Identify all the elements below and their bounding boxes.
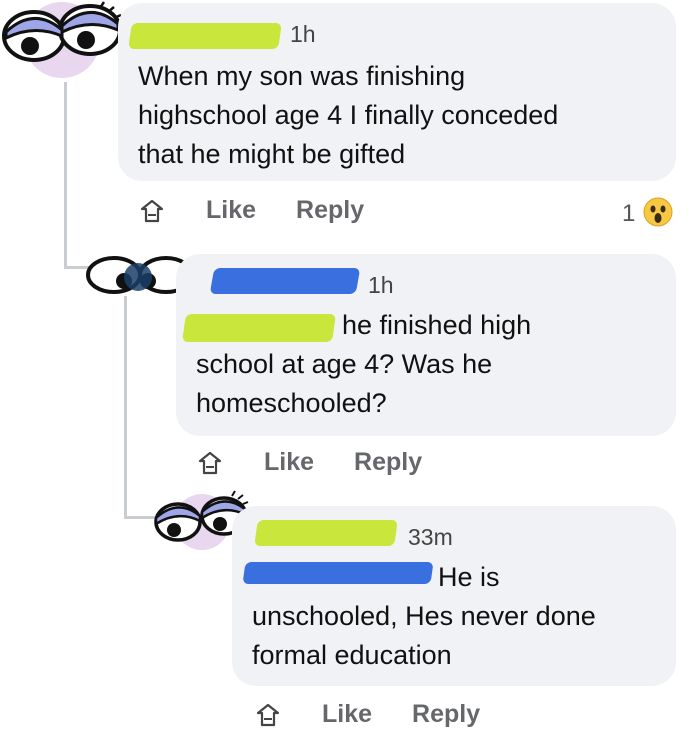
thread-connector-vertical-2 [124, 296, 127, 518]
like-button[interactable]: Like [206, 196, 256, 225]
redacted-username [209, 268, 361, 294]
comment-bubble-1: 1h When my son was finishing highschool … [118, 3, 676, 181]
like-button[interactable]: Like [322, 700, 372, 729]
comment-text: school at age 4? Was he homeschooled? [196, 349, 493, 418]
avatar-googly-eyes[interactable] [0, 0, 125, 85]
reply-button[interactable]: Reply [412, 700, 480, 729]
comment-bubble-2: 1h he finished high school at age 4? Was… [176, 254, 676, 436]
redacted-mention [242, 562, 434, 584]
comment-timestamp[interactable]: 1h [368, 272, 394, 299]
reply-button[interactable]: Reply [354, 448, 422, 477]
share-icon[interactable] [196, 449, 224, 477]
comment-actions-1: Like Reply [138, 196, 404, 225]
comment-text-line1: he finished high [342, 310, 532, 340]
thread-connector-vertical [64, 82, 67, 268]
comment-text: unschooled, Hes never done formal educat… [252, 601, 596, 670]
redacted-username [254, 520, 398, 546]
redacted-username [128, 23, 282, 49]
like-button[interactable]: Like [264, 448, 314, 477]
comment-timestamp[interactable]: 33m [408, 524, 453, 551]
comment-actions-2: Like Reply [196, 448, 462, 477]
redacted-mention [182, 314, 336, 342]
reaction-count[interactable]: 1 [622, 200, 635, 228]
comment-actions-3: Like Reply [254, 700, 520, 729]
reply-button[interactable]: Reply [296, 196, 364, 225]
share-icon[interactable] [254, 701, 282, 729]
wow-emoji-icon[interactable] [643, 197, 673, 227]
comment-timestamp[interactable]: 1h [290, 21, 316, 48]
comment-text-line1: He is [438, 562, 500, 592]
comment-text: When my son was finishing highschool age… [138, 61, 559, 169]
share-icon[interactable] [138, 197, 166, 225]
comment-bubble-3: 33m He is unschooled, Hes never done for… [232, 506, 676, 686]
